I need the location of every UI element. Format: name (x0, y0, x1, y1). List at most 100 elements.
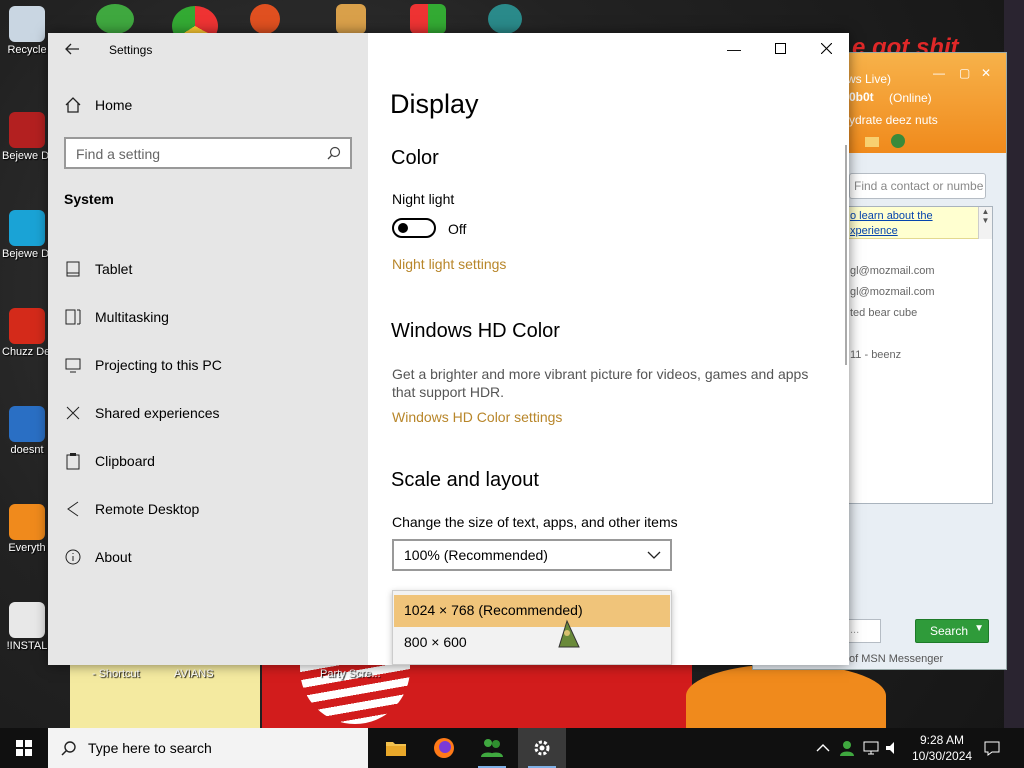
desktop-icon-label: Recycle (7, 44, 47, 56)
resolution-option[interactable]: 1024 × 768 (Recommended) (394, 595, 670, 627)
msn-contact-item[interactable]: gl@mozmail.com (850, 286, 935, 298)
msn-contact-list[interactable]: o learn about the xperience ▲ ▼ gl@mozmai… (845, 206, 993, 504)
night-light-toggle[interactable] (392, 218, 436, 238)
msn-status[interactable]: (Online) (889, 91, 932, 105)
notification-icon[interactable] (983, 739, 1001, 757)
msn-globe-icon[interactable] (891, 134, 905, 148)
app-desktop-icon[interactable] (250, 4, 280, 34)
nav-item-label: Multitasking (95, 309, 169, 325)
maximize-button[interactable] (757, 33, 803, 65)
msn-banner-link-2[interactable]: xperience (850, 224, 974, 239)
search-icon[interactable] (326, 145, 342, 161)
night-light-settings-link[interactable]: Night light settings (392, 256, 506, 272)
nav-item-about[interactable]: About (48, 538, 368, 578)
msn-minimize-button[interactable]: — (933, 66, 945, 80)
remote-desktop-icon (67, 501, 79, 517)
doesnt-icon (9, 406, 45, 442)
resolution-dropdown-list[interactable]: 1024 × 768 (Recommended) 800 × 600 (392, 590, 672, 665)
msn-close-button[interactable]: ✕ (981, 66, 991, 80)
scale-dropdown[interactable]: 100% (Recommended) (392, 539, 672, 571)
page-title: Display (390, 89, 479, 119)
msn-contact-item[interactable]: ted bear cube (850, 307, 917, 319)
tablet-icon (66, 261, 80, 277)
settings-content-pane: — Display Color Night light Off Night li… (368, 33, 849, 665)
taskbar-search-box[interactable]: Type here to search (48, 728, 368, 768)
nav-item-multitasking[interactable]: Multitasking (48, 298, 368, 338)
shortcut-label[interactable]: - Shortcut (92, 668, 140, 680)
search-icon (61, 741, 76, 756)
taskbar-clock[interactable]: 9:28 AM 10/30/2024 (912, 732, 972, 764)
color-section-title: Color (391, 147, 439, 169)
volume-icon[interactable] (884, 739, 902, 757)
character-desktop-icon[interactable] (488, 4, 522, 34)
nav-item-label: Tablet (95, 261, 133, 277)
office-desktop-icon[interactable] (410, 4, 446, 34)
avians-label[interactable]: AVIANS (174, 668, 214, 680)
start-button[interactable] (0, 728, 48, 768)
desktop-icon-recycle-bin[interactable]: Recycle (2, 6, 52, 57)
scale-value: 100% (Recommended) (404, 547, 548, 563)
close-icon (820, 42, 832, 55)
wallpaper-right-dark (1004, 0, 1024, 728)
file-explorer-taskbar-button[interactable] (372, 728, 420, 768)
taskbar-search-placeholder: Type here to search (88, 740, 212, 756)
msn-contact-item[interactable]: gl@mozmail.com (850, 265, 935, 277)
chevron-up-icon[interactable] (814, 739, 832, 757)
msn-contact-search[interactable]: Find a contact or numbe (849, 173, 986, 199)
msn-search-button[interactable]: Search ▼ (915, 619, 989, 643)
desktop-icon-label: Bejewe Delux (2, 248, 52, 260)
night-light-label: Night light (392, 191, 455, 207)
nav-item-projecting-to-this-pc[interactable]: Projecting to this PC (48, 346, 368, 386)
network-icon[interactable] (862, 739, 880, 757)
minimize-button[interactable]: — (711, 33, 757, 65)
desktop-icon-label: Everyth (8, 542, 46, 554)
nav-item-label: About (95, 549, 132, 565)
desktop-icon-install[interactable]: !INSTAL (2, 602, 52, 653)
msn-banner-link-1[interactable]: o learn about the (850, 209, 974, 224)
nav-item-label: Remote Desktop (95, 501, 200, 517)
scale-label: Change the size of text, apps, and other… (392, 514, 678, 530)
nav-home[interactable]: Home (48, 86, 368, 126)
cursor-icon (558, 619, 580, 648)
night-light-state: Off (448, 221, 467, 237)
nav-item-remote-desktop[interactable]: Remote Desktop (48, 490, 368, 530)
msn-username[interactable]: 0b0t (849, 90, 874, 104)
party-screen-label[interactable]: Party Scre... (320, 668, 381, 680)
desktop-icon-everything[interactable]: Everyth (2, 504, 52, 555)
desktop-icon-label: !INSTAL (6, 640, 48, 652)
game-desktop-icon[interactable] (336, 4, 366, 34)
close-button[interactable] (803, 33, 849, 65)
back-button[interactable] (64, 41, 80, 57)
recycle-bin-icon (9, 6, 45, 42)
desktop-icon-chuzzle[interactable]: Chuzz Delux (2, 308, 52, 359)
msn-info-banner[interactable]: o learn about the xperience (846, 207, 978, 239)
msn-personal-message[interactable]: ydrate deez nuts (849, 113, 938, 127)
chevron-down-icon[interactable]: ▼ (974, 623, 984, 634)
hd-color-settings-link[interactable]: Windows HD Color settings (392, 409, 562, 425)
msn-search-label: Search (930, 624, 969, 638)
multitasking-icon (65, 309, 81, 325)
msn-desktop-icon[interactable] (96, 4, 134, 34)
msn-web-search-input[interactable]: ... (845, 619, 881, 643)
msn-banner-scroll[interactable]: ▲ ▼ (978, 207, 992, 239)
firefox-taskbar-button[interactable] (420, 728, 468, 768)
firefox-icon (434, 738, 454, 758)
msn-messenger-taskbar-button[interactable] (468, 728, 516, 768)
msn-maximize-button[interactable]: ▢ (959, 66, 970, 80)
msn-tray-icon[interactable] (838, 739, 856, 757)
hd-color-section-title: Windows HD Color (391, 320, 560, 342)
taskbar: Type here to search 9:28 AM 10/30/2024 (0, 728, 1024, 768)
msn-mail-icon[interactable] (865, 137, 879, 147)
find-setting-input[interactable]: Find a setting (64, 137, 352, 169)
desktop-icon-bejeweled-2[interactable]: Bejewe Delux (2, 210, 52, 261)
resolution-option[interactable]: 800 × 600 (394, 627, 670, 659)
content-scrollbar[interactable] (845, 145, 847, 365)
nav-item-shared-experiences[interactable]: Shared experiences (48, 394, 368, 434)
msn-contact-item[interactable]: 11 - beenz (850, 349, 901, 361)
nav-item-tablet[interactable]: Tablet (48, 250, 368, 290)
desktop-icon-bejeweled-1[interactable]: Bejewe Delux (2, 112, 52, 163)
desktop-icon-doesnt[interactable]: doesnt (2, 406, 52, 457)
nav-item-label: Projecting to this PC (95, 357, 222, 373)
settings-taskbar-button[interactable] (518, 728, 566, 768)
nav-item-clipboard[interactable]: Clipboard (48, 442, 368, 482)
